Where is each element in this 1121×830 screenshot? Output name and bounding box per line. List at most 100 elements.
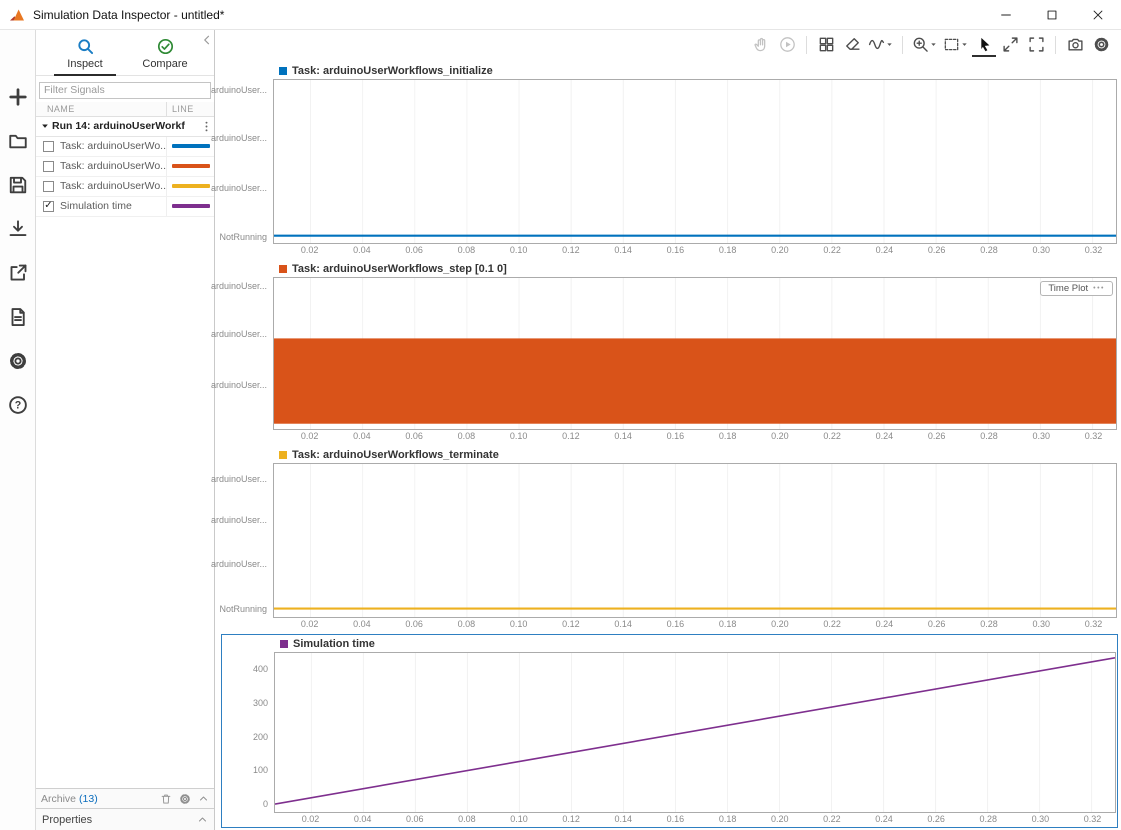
save-button[interactable] [3,170,33,200]
zoom-button[interactable] [910,33,939,57]
signal-list: Task: arduinoUserWo... Task: arduinoUserW… [36,137,214,217]
cursor-icon [976,36,993,53]
x-tick-label: 0.24 [875,814,893,824]
tab-inspect[interactable]: Inspect [48,33,122,75]
expand-button[interactable] [998,33,1022,57]
column-line: LINE [166,102,214,116]
plot-area[interactable]: Time Plot••• [273,277,1117,430]
layout-button[interactable] [814,33,838,57]
plus-icon [8,87,28,107]
x-tick-label: 0.18 [719,619,737,629]
help-button[interactable]: ? [3,390,33,420]
signal-row[interactable]: Task: arduinoUserWo... [36,177,214,197]
archive-bar[interactable]: Archive (13) [36,788,214,808]
signal-row[interactable]: ✓Simulation time [36,197,214,217]
chart-panel[interactable]: Task: arduinoUserWorkflows_terminateardu… [221,446,1118,632]
toolbar-separator [1055,36,1056,54]
caret-down-icon[interactable] [886,41,893,48]
y-tick-label: arduinoUser... [211,183,267,193]
plot-area[interactable] [273,79,1117,244]
minimize-button[interactable] [983,0,1029,29]
expand-icon [1002,36,1019,53]
time-plot-badge[interactable]: Time Plot••• [1040,281,1113,296]
x-tick-label: 0.06 [406,814,424,824]
chart-panel[interactable]: Task: arduinoUserWorkflows_initializeard… [221,62,1118,258]
archive-label: Archive [41,793,76,805]
properties-bar[interactable]: Properties [36,808,214,830]
x-tick-label: 0.22 [823,431,841,441]
x-tick-label: 0.24 [876,431,894,441]
signal-row[interactable]: Task: arduinoUserWo... [36,137,214,157]
triangle-down-icon [40,121,50,131]
x-tick-label: 0.26 [927,814,945,824]
x-axis: 0.020.040.060.080.100.120.140.160.180.20… [222,813,1117,827]
select-cursor-button[interactable] [972,33,996,57]
x-tick-label: 0.18 [719,814,737,824]
maximize-button[interactable] [1029,0,1075,29]
body: ? Inspect Compare NAME LINE [0,30,1121,830]
caret-down-icon[interactable] [961,41,968,48]
y-tick-label: arduinoUser... [211,85,267,95]
chart-body: 4003002001000 [222,652,1117,813]
import-button[interactable] [3,214,33,244]
signal-checkbox[interactable] [43,161,54,172]
export-button[interactable] [3,258,33,288]
close-icon [1091,8,1105,22]
x-tick-label: 0.04 [353,245,371,255]
gear-icon[interactable] [179,793,191,805]
add-button[interactable] [3,82,33,112]
x-tick-label: 0.08 [458,814,476,824]
x-tick-label: 0.22 [823,245,841,255]
clear-plots-button[interactable] [840,33,864,57]
import-icon [8,219,28,239]
signal-checkbox[interactable]: ✓ [43,201,54,212]
zoom-in-icon [912,36,929,53]
close-button[interactable] [1075,0,1121,29]
run-group-row[interactable]: Run 14: arduinoUserWorkf [36,117,214,137]
x-tick-label: 0.22 [823,619,841,629]
plot-area[interactable] [274,652,1116,813]
plot-settings-button[interactable] [1089,33,1113,57]
y-tick-label: arduinoUser... [211,380,267,390]
replay-button[interactable] [775,33,799,57]
chart-panel[interactable]: Simulation time40030020010000.020.040.06… [221,634,1118,828]
x-tick-label: 0.06 [405,245,423,255]
plot-area[interactable] [273,463,1117,618]
x-tick-label: 0.26 [928,619,946,629]
chevron-up-icon[interactable] [197,814,208,825]
signal-line-cell [166,157,214,176]
trash-icon[interactable] [160,793,172,805]
signal-label: Task: arduinoUserWo... [60,160,166,172]
x-tick-label: 0.30 [1032,431,1050,441]
chart-panel[interactable]: Task: arduinoUserWorkflows_step [0.1 0]a… [221,260,1118,444]
archive-count[interactable]: (13) [79,793,98,805]
x-tick-label: 0.24 [876,245,894,255]
signal-checkbox[interactable] [43,141,54,152]
wave-icon [868,36,885,53]
fit-to-view-button[interactable] [941,33,970,57]
fullscreen-button[interactable] [1024,33,1048,57]
y-tick-label: arduinoUser... [211,515,267,525]
x-tick-label: 0.22 [823,814,841,824]
chevron-up-icon[interactable] [198,793,209,804]
caret-down-icon[interactable] [930,41,937,48]
x-tick-label: 0.04 [353,619,371,629]
preferences-button[interactable] [3,346,33,376]
signal-checkbox[interactable] [43,181,54,192]
y-tick-label: arduinoUser... [211,474,267,484]
collapse-sidebar-button[interactable] [201,34,213,46]
snapshot-button[interactable] [1063,33,1087,57]
x-tick-labels: 0.020.040.060.080.100.120.140.160.180.20… [273,430,1117,444]
export-icon [8,263,28,283]
create-report-button[interactable] [3,302,33,332]
x-axis: 0.020.040.060.080.100.120.140.160.180.20… [221,244,1118,258]
x-tick-label: 0.24 [876,619,894,629]
signal-style-button[interactable] [866,33,895,57]
app-window: Simulation Data Inspector - untitled* ? … [0,0,1121,830]
pan-button[interactable] [749,33,773,57]
signal-row[interactable]: Task: arduinoUserWo... [36,157,214,177]
kebab-menu-icon[interactable] [200,120,213,133]
tab-compare[interactable]: Compare [128,33,202,75]
filter-signals-input[interactable] [39,82,211,99]
open-button[interactable] [3,126,33,156]
